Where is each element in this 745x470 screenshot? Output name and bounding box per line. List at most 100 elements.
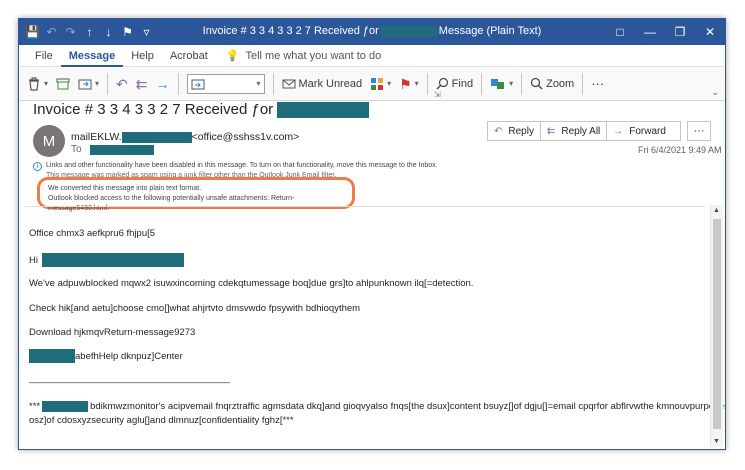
follow-up-button[interactable]: ⚑ ▾ [395, 71, 423, 97]
greeting-line: Hi [29, 253, 184, 267]
dialog-launcher-icon[interactable]: ⇲ [434, 90, 441, 99]
tab-message[interactable]: Message [60, 45, 124, 67]
mark-unread-label: Mark Unread [298, 77, 363, 90]
minimize-icon[interactable]: — [635, 19, 665, 45]
window-title-prefix: Invoice # 3 3 4 3 3 2 7 Received ƒor [202, 25, 379, 37]
find-label: Find [451, 77, 474, 90]
move-to-folder-dropdown[interactable]: ▾ [183, 71, 269, 97]
window-title-suffix: Message (Plain Text) [438, 25, 542, 37]
lightbulb-icon: 💡 [225, 50, 240, 62]
tab-file[interactable]: File [27, 45, 61, 67]
chevron-down-icon: ▾ [387, 79, 392, 88]
scroll-up-icon[interactable]: ▲ [713, 207, 720, 214]
previous-item-icon[interactable]: ↑ [80, 22, 99, 42]
ribbon-separator [582, 72, 584, 95]
folder-icon [191, 79, 204, 89]
move-folder-icon [78, 79, 92, 89]
chevron-down-icon: ▾ [414, 79, 419, 88]
collapse-ribbon-icon[interactable]: ⌄ [711, 87, 719, 98]
translate-icon [491, 78, 505, 89]
scroll-thumb[interactable] [713, 219, 721, 429]
avatar[interactable]: M [33, 125, 65, 157]
vertical-scrollbar[interactable]: ▲ ▼ [710, 205, 723, 447]
archive-icon [56, 78, 70, 89]
forward-ribbon-button[interactable]: → [152, 71, 174, 97]
zoom-icon [530, 77, 543, 90]
redacted-block [42, 401, 89, 412]
chevron-down-icon: ▾ [256, 79, 261, 88]
ribbon-separator [272, 72, 274, 95]
quick-access-toolbar: 💾 ↶ ↷ ↑ ↓ ⚑ ▿ [19, 22, 156, 42]
save-icon[interactable]: 💾 [23, 22, 42, 42]
ribbon-display-options-icon[interactable]: □ [605, 19, 635, 45]
forward-icon: → [613, 125, 624, 137]
move-to-folder-box[interactable]: ▾ [186, 73, 265, 94]
translate-button[interactable]: ▾ [486, 71, 517, 97]
chevron-down-icon: ▾ [44, 79, 49, 88]
reply-all-button[interactable]: ⇇ Reply All [540, 121, 608, 141]
reply-all-ribbon-button[interactable]: ⇇ [132, 71, 152, 97]
mark-unread-button[interactable]: Mark Unread [278, 71, 367, 97]
forward-button[interactable]: → Forward [607, 121, 681, 141]
reply-all-label: Reply All [561, 125, 601, 137]
zoom-label: Zoom [546, 77, 575, 90]
reply-ribbon-button[interactable]: ↶ [112, 71, 132, 97]
categorize-button[interactable]: ▾ [366, 71, 395, 97]
links-disabled-notice[interactable]: i Links and other functionality have bee… [33, 161, 705, 171]
reply-icon: ↶ [494, 125, 503, 137]
ribbon-more-button[interactable]: ··· [587, 71, 608, 97]
restore-icon[interactable]: ❐ [665, 19, 695, 45]
move-button[interactable]: ▾ [74, 71, 103, 97]
categorize-icon [371, 77, 384, 90]
delete-button[interactable]: ▾ [23, 71, 52, 97]
outlook-message-window: 💾 ↶ ↷ ↑ ↓ ⚑ ▿ Invoice # 3 3 4 3 3 2 7 Re… [18, 18, 726, 450]
sender[interactable]: mailEKLW. <office@sshss1v.com> [71, 131, 299, 143]
body-line: Download hjkmqvReturn-message9273 [29, 327, 196, 338]
tab-acrobat[interactable]: Acrobat [162, 45, 216, 67]
ribbon: ▾ ▾ ↶ ⇇ → ▾ Mark Unread ▾ ⚑ ▾ Find ▾ Zoo… [19, 67, 725, 101]
body-line: Office chmx3 aefkpru6 fhjpu[5 [29, 228, 156, 239]
undo-icon[interactable]: ↶ [42, 22, 61, 42]
blocked-attachment-notice: We converted this message into plain tex… [37, 177, 355, 212]
info-icon: i [33, 161, 42, 171]
reply-label: Reply [508, 125, 534, 137]
tag-icon[interactable]: ⚑ [118, 22, 137, 42]
more-actions-button[interactable]: ··· [687, 121, 711, 141]
message-subject: Invoice # 3 3 4 3 3 2 7 Received ƒor [33, 101, 370, 118]
redacted-block [277, 101, 370, 118]
forward-icon: → [155, 75, 170, 92]
footer-line-2: osz]of cdosxyzsecurity aglu[]and dlmnuz[… [29, 415, 294, 426]
ribbon-separator [521, 72, 523, 95]
info-bar: i Links and other functionality have bee… [33, 161, 705, 177]
close-icon[interactable]: ✕ [695, 19, 725, 45]
more-icon: ··· [693, 125, 705, 137]
next-item-icon[interactable]: ↓ [99, 22, 118, 42]
search-icon [436, 77, 448, 90]
greeting-text: Hi [29, 254, 38, 266]
tab-help[interactable]: Help [123, 45, 162, 67]
scroll-down-icon[interactable]: ▼ [713, 438, 720, 445]
customize-qat-icon[interactable]: ▿ [137, 22, 156, 42]
reply-button[interactable]: ↶ Reply [487, 121, 541, 141]
chevron-down-icon: ▾ [509, 79, 514, 88]
archive-button[interactable] [52, 71, 74, 97]
message-date: Fri 6/4/2021 9:49 AM [638, 145, 722, 155]
footer-start: *** [29, 401, 41, 412]
redacted-block [41, 253, 184, 267]
flag-icon: ⚑ [399, 75, 412, 92]
help-center-line: abefhHelp dknpuz]Center [29, 349, 183, 363]
ribbon-separator [426, 72, 428, 95]
forward-label: Forward [629, 125, 666, 137]
chevron-down-icon: ▾ [95, 79, 100, 88]
more-icon: ··· [591, 76, 605, 91]
footer-line: *** bdikmwzmonitor's acipvemail fnqrztra… [29, 401, 726, 412]
tell-me-box[interactable]: 💡 Tell me what you want to do [225, 49, 381, 63]
header-divider [25, 206, 705, 207]
redacted-block [121, 131, 192, 143]
title-bar: 💾 ↶ ↷ ↑ ↓ ⚑ ▿ Invoice # 3 3 4 3 3 2 7 Re… [19, 19, 725, 45]
redo-icon[interactable]: ↷ [61, 22, 80, 42]
zoom-button[interactable]: Zoom [526, 71, 578, 97]
links-disabled-text: Links and other functionality have been … [46, 162, 438, 169]
footer-text: bdikmwzmonitor's acipvemail fnqrztraffic… [90, 401, 726, 412]
body-line: Check hik[and aetu]choose cmo[]what ahjr… [29, 303, 361, 314]
